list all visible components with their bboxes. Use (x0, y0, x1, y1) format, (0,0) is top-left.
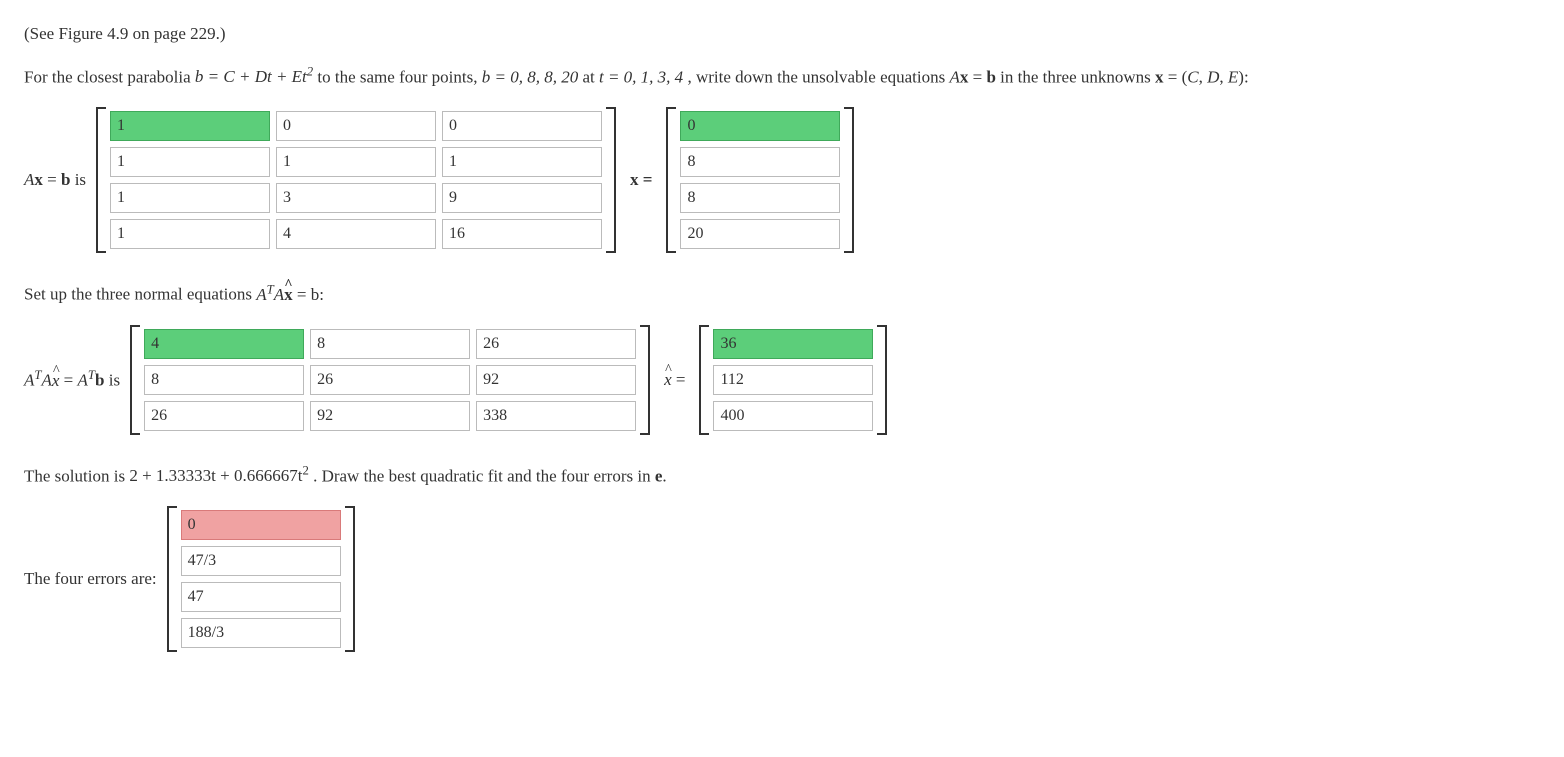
bracket-left (96, 107, 106, 253)
text: in the three unknowns (1000, 67, 1155, 86)
see-figure-note: (See Figure 4.9 on page 229.) (24, 22, 1540, 46)
matrix-ata-cell-0-1[interactable]: 8 (310, 329, 470, 359)
matrix-ata-cell-2-2[interactable]: 338 (476, 401, 636, 431)
matrix-ata-cell-2-0[interactable]: 26 (144, 401, 304, 431)
matrix-a-cell-0-0[interactable]: 1 (110, 111, 270, 141)
label-x-eq: x = (616, 168, 666, 192)
bracket-right (844, 107, 854, 253)
matrix-ata-cell-0-2[interactable]: 26 (476, 329, 636, 359)
bracket-left (130, 325, 140, 435)
matrix-a-cell-3-1[interactable]: 4 (276, 219, 436, 249)
text: For the closest parabolia (24, 67, 195, 86)
matrix-ATA: 4826826922692338 (130, 325, 650, 435)
vector-errors: 0 47/3 47 188/3 (167, 506, 355, 652)
matrix-a-cell-2-0[interactable]: 1 (110, 183, 270, 213)
bracket-right (345, 506, 355, 652)
label-xhat-eq: ^x = (650, 368, 699, 392)
matrix-ata-cell-1-2[interactable]: 92 (476, 365, 636, 395)
vector-b: 0 8 8 20 (666, 107, 854, 253)
vector-b-cell-0[interactable]: 0 (680, 111, 840, 141)
label-errors: The four errors are: (24, 567, 167, 591)
vector-err-cell-1[interactable]: 47/3 (181, 546, 341, 576)
equation-ata-atb-row: ATA^x = ATb is 4826826922692338 ^x = 361… (24, 325, 1540, 435)
vector-b-cell-1[interactable]: 8 (680, 147, 840, 177)
eq-x-def: x = (C, D, E): (1155, 67, 1249, 86)
matrix-a-cell-1-0[interactable]: 1 (110, 147, 270, 177)
label-ata-atb-is: ATA^x = ATb is (24, 367, 130, 392)
errors-row: The four errors are: 0 47/3 47 188/3 (24, 506, 1540, 652)
bracket-left (666, 107, 676, 253)
matrix-a-cell-1-2[interactable]: 1 (442, 147, 602, 177)
eq-b-values: b = 0, 8, 8, 20 (482, 67, 578, 86)
text: . (662, 466, 666, 485)
bracket-right (640, 325, 650, 435)
vector-err-cell-2[interactable]: 47 (181, 582, 341, 612)
vector-atb-cell-1[interactable]: 112 (713, 365, 873, 395)
text: Set up the three normal equations (24, 285, 256, 304)
vector-ATb: 36 112 400 (699, 325, 887, 435)
matrix-a-cell-0-1[interactable]: 0 (276, 111, 436, 141)
matrix-a-cell-3-2[interactable]: 16 (442, 219, 602, 249)
equation-ax-b-row: Ax = b is 1001111391416 x = 08820 (24, 107, 1540, 253)
matrix-a-cell-2-1[interactable]: 3 (276, 183, 436, 213)
solution-text: The solution is 2 + 1.33333t + 0.666667t… (24, 463, 1540, 488)
vector-err-cell-0[interactable]: 0 (181, 510, 341, 540)
text: The solution is (24, 466, 129, 485)
solution-expr: 2 + 1.33333t + 0.666667t2 (129, 466, 309, 485)
text: . Draw the best quadratic fit and the fo… (313, 466, 655, 485)
matrix-ata-cell-1-1[interactable]: 26 (310, 365, 470, 395)
normal-eq-prompt: Set up the three normal equations ATA^x … (24, 281, 1540, 306)
eq-t-values: t = 0, 1, 3, 4 (599, 67, 683, 86)
matrix-ata-cell-0-0[interactable]: 4 (144, 329, 304, 359)
matrix-a-cell-1-1[interactable]: 1 (276, 147, 436, 177)
vector-b-cell-3[interactable]: 20 (680, 219, 840, 249)
text: at (582, 67, 599, 86)
eq-b-parabola: b = C + Dt + Et2 (195, 67, 313, 86)
matrix-a-cell-3-0[interactable]: 1 (110, 219, 270, 249)
matrix-a-cell-2-2[interactable]: 9 (442, 183, 602, 213)
vector-err-cell-3[interactable]: 188/3 (181, 618, 341, 648)
eq-axb: Ax = b (949, 67, 995, 86)
matrix-a-cell-0-2[interactable]: 0 (442, 111, 602, 141)
vector-b-cell-2[interactable]: 8 (680, 183, 840, 213)
eq-at-a-xhat: ATA^x = b: (256, 285, 324, 304)
problem-statement: For the closest parabolia b = C + Dt + E… (24, 64, 1540, 89)
vector-atb-cell-2[interactable]: 400 (713, 401, 873, 431)
bracket-left (167, 506, 177, 652)
label-axb-is: Ax = b is (24, 168, 96, 192)
text: to the same four points, (317, 67, 481, 86)
matrix-A: 1001111391416 (96, 107, 616, 253)
bracket-right (877, 325, 887, 435)
text: , write down the unsolvable equations (687, 67, 949, 86)
matrix-ata-cell-2-1[interactable]: 92 (310, 401, 470, 431)
matrix-ata-cell-1-0[interactable]: 8 (144, 365, 304, 395)
bracket-left (699, 325, 709, 435)
bracket-right (606, 107, 616, 253)
vector-atb-cell-0[interactable]: 36 (713, 329, 873, 359)
